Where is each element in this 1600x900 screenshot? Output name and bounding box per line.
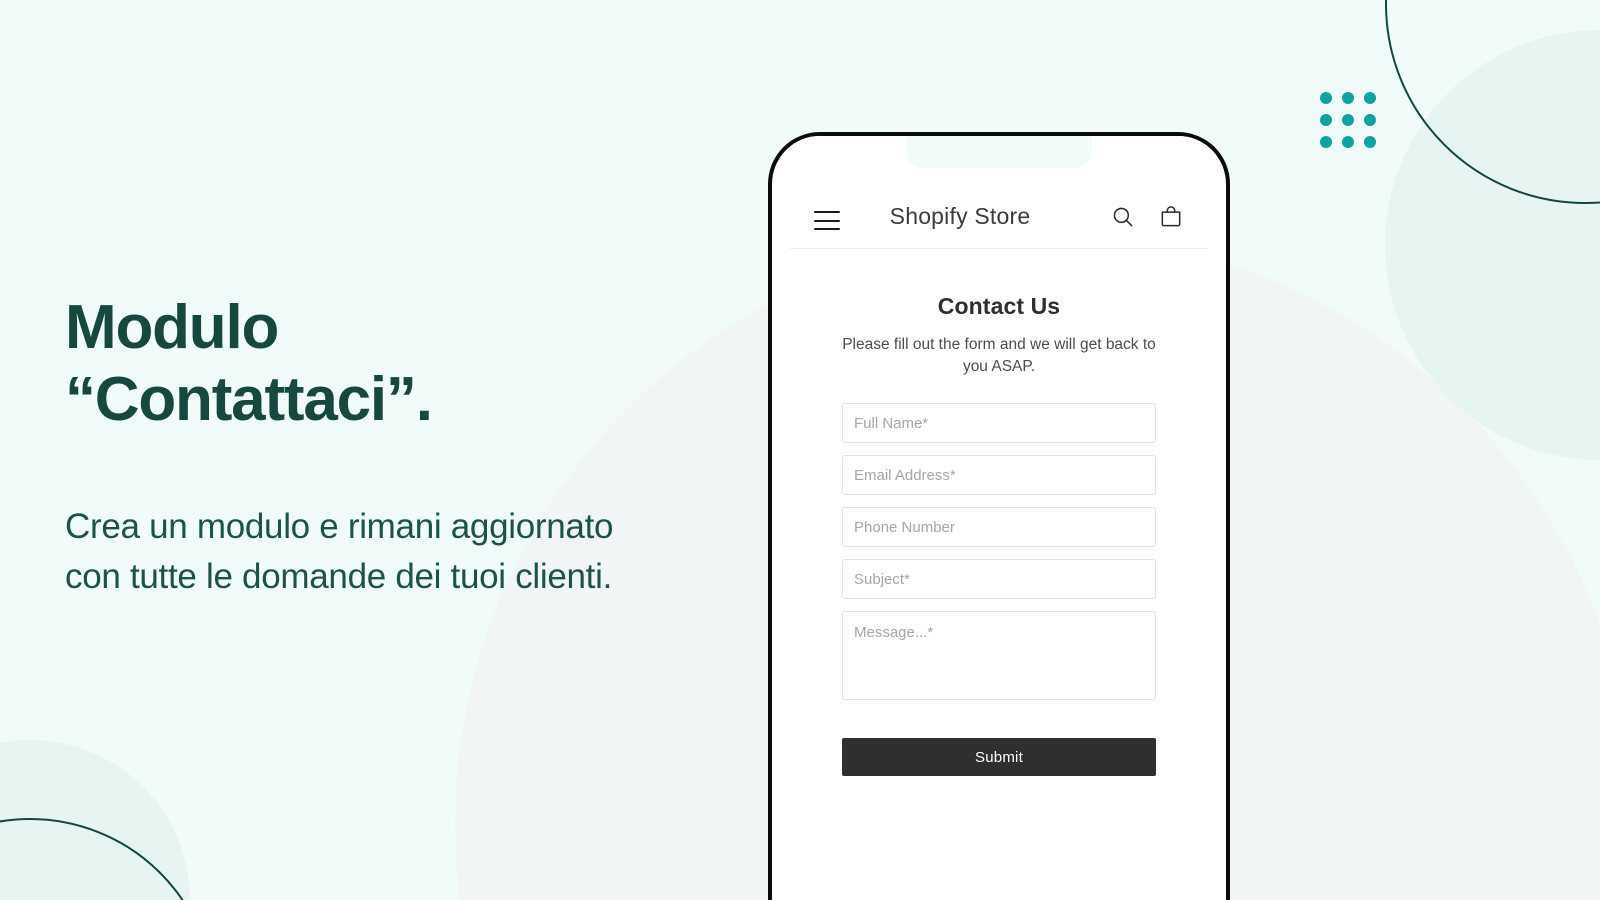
phone-notch — [906, 136, 1092, 169]
full-name-input[interactable] — [842, 403, 1156, 443]
phone-mockup: Shopify Store Contact Us Please fill out… — [768, 132, 1230, 900]
store-title: Shopify Store — [889, 203, 1031, 229]
dot-icon — [1320, 92, 1332, 104]
form-title: Contact Us — [937, 293, 1061, 319]
dot-icon — [1364, 136, 1376, 148]
dot-icon — [1364, 114, 1376, 126]
page-subtitle: Crea un modulo e rimani aggiornato con t… — [65, 506, 614, 596]
page-title: Modulo “Contattaci”. — [65, 293, 433, 434]
shopping-bag-icon[interactable] — [1158, 204, 1184, 230]
email-address-input[interactable] — [842, 455, 1156, 495]
subject-input[interactable] — [842, 559, 1156, 599]
dot-icon — [1320, 114, 1332, 126]
ring-bottom-left-decoration — [0, 818, 215, 900]
form-subtitle: Please fill out the form and we will get… — [842, 336, 1156, 375]
page-root: Modulo “Contattaci”. Crea un modulo e ri… — [0, 0, 1600, 900]
search-icon[interactable] — [1110, 204, 1136, 230]
message-textarea[interactable] — [842, 611, 1156, 700]
dot-icon — [1320, 136, 1332, 148]
mint-circle-bottom-left-decoration — [0, 740, 190, 900]
phone-number-input[interactable] — [842, 507, 1156, 547]
contact-form: Contact Us Please fill out the form and … — [790, 249, 1208, 776]
mint-circle-top-right-decoration — [1385, 30, 1600, 460]
ring-top-right-decoration — [1385, 0, 1600, 204]
form-fields — [842, 403, 1156, 717]
dot-icon — [1342, 92, 1354, 104]
dot-icon — [1342, 136, 1354, 148]
dot-icon — [1364, 92, 1376, 104]
phone-screen: Shopify Store Contact Us Please fill out… — [790, 136, 1208, 900]
marketing-copy: Modulo “Contattaci”. Crea un modulo e ri… — [65, 292, 765, 601]
submit-button[interactable]: Submit — [842, 738, 1156, 776]
dot-icon — [1342, 114, 1354, 126]
dot-grid-decoration — [1320, 92, 1376, 148]
